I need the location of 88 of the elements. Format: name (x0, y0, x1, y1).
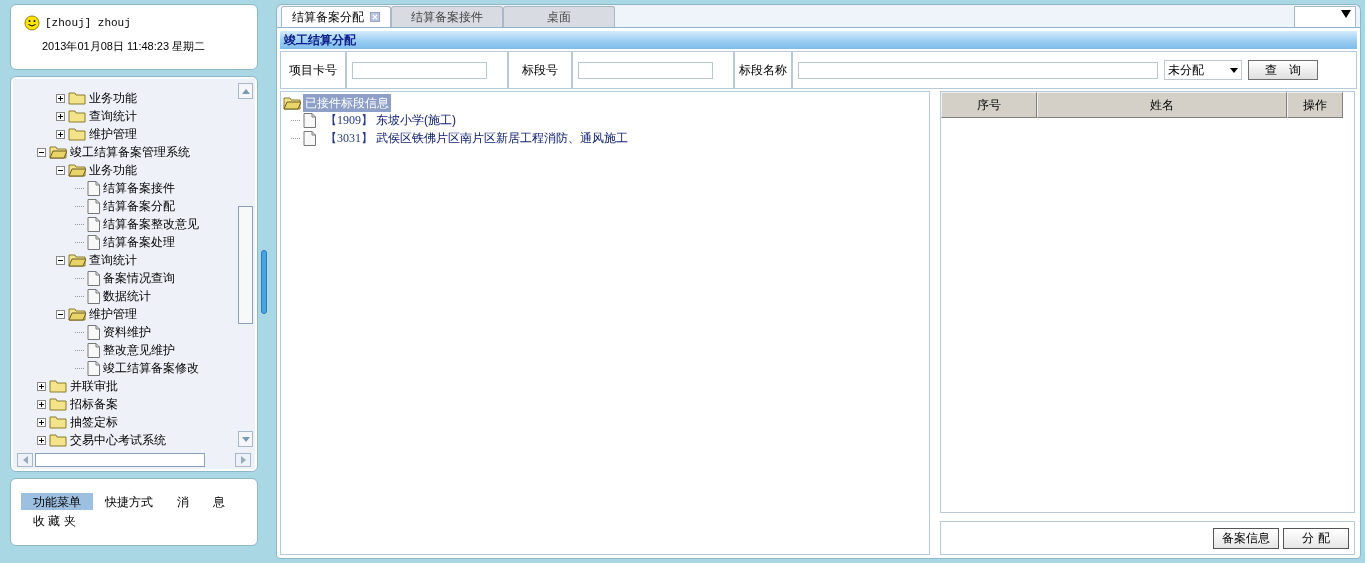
menu-item[interactable]: 招标备案 (70, 395, 118, 413)
column-header: 序号 (941, 92, 1037, 118)
expand-icon[interactable] (37, 417, 46, 427)
smiley-icon (24, 15, 40, 32)
status-select[interactable]: 未分配 (1164, 60, 1242, 80)
down-arrow-icon[interactable] (241, 436, 250, 442)
action-button[interactable]: 分 配 (1283, 527, 1349, 549)
panel-title: 竣工结算分配 (280, 31, 1357, 49)
panel-tab[interactable]: 快捷方式 (93, 493, 165, 510)
menu-item[interactable]: 结算备案处理 (103, 233, 175, 251)
collapse-icon[interactable] (56, 255, 65, 265)
menu-item[interactable]: 业务功能 (89, 161, 137, 179)
user-name: [zhouj] zhouj (45, 16, 131, 31)
menu-item[interactable]: 维护管理 (89, 125, 137, 143)
menu-item[interactable]: 业务功能 (89, 89, 137, 107)
field-label: 项目卡号 (281, 52, 347, 88)
folder-icon (49, 397, 67, 411)
document-icon (303, 130, 316, 146)
menu-item[interactable]: 竣工结算备案修改 (103, 359, 199, 377)
tab[interactable]: 结算备案接件 (391, 6, 503, 27)
folder-icon (49, 415, 67, 429)
expand-icon[interactable] (37, 381, 46, 391)
document-icon (87, 324, 100, 340)
collapse-icon[interactable] (56, 165, 65, 175)
menu-item[interactable]: 整改意见维护 (103, 341, 175, 359)
document-icon (87, 198, 100, 214)
document-icon (87, 180, 100, 196)
menu-item[interactable]: 查询统计 (89, 107, 137, 125)
open-folder-icon (68, 253, 86, 267)
collapse-icon[interactable] (56, 309, 65, 319)
field-label: 标段名称 (733, 52, 793, 88)
document-icon (87, 216, 100, 232)
folder-icon (68, 91, 86, 105)
column-header: 操作 (1287, 92, 1343, 118)
menu-item[interactable]: 结算备案整改意见 (103, 215, 199, 233)
expand-icon[interactable] (56, 111, 65, 121)
document-icon (87, 342, 100, 358)
caret-icon (1230, 67, 1238, 73)
text-field[interactable] (352, 61, 487, 79)
menu-item[interactable]: 数据统计 (103, 287, 151, 305)
date-time: 2013年01月08日 11:48:23 星期二 (41, 38, 207, 54)
tree-item[interactable]: 东坡小学(施工) (376, 111, 456, 129)
folder-icon (49, 379, 67, 393)
tree-item-code: 【1909】 (325, 112, 373, 129)
folder-icon (68, 127, 86, 141)
field-label: 标段号 (507, 52, 573, 88)
menu-item[interactable]: 维护管理 (89, 305, 137, 323)
tab[interactable]: 结算备案分配 (281, 6, 391, 27)
dropdown-icon[interactable] (1341, 10, 1351, 18)
tab-menu-button[interactable] (1294, 6, 1356, 27)
folder-icon (68, 109, 86, 123)
query-button[interactable]: 查 询 (1248, 60, 1318, 80)
open-folder-icon (68, 307, 86, 321)
open-folder-icon (49, 145, 67, 159)
expand-icon[interactable] (37, 399, 46, 409)
menu-item[interactable]: 交易中心考试系统 (70, 431, 166, 449)
expand-icon[interactable] (37, 435, 46, 445)
tree-item[interactable]: 武侯区铁佛片区南片区新居工程消防、通风施工 (376, 129, 628, 147)
panel-tab[interactable]: 消 息 (165, 493, 237, 510)
menu-item[interactable]: 备案情况查询 (103, 269, 175, 287)
column-header: 姓名 (1037, 92, 1287, 118)
text-field[interactable] (578, 61, 713, 79)
collapse-icon[interactable] (37, 147, 46, 157)
document-icon (87, 360, 100, 376)
menu-item[interactable]: 结算备案分配 (103, 197, 175, 215)
document-icon (87, 234, 100, 250)
menu-item[interactable]: 并联审批 (70, 377, 118, 395)
menu-item[interactable]: 抽签定标 (70, 413, 118, 431)
menu-item[interactable]: 资料维护 (103, 323, 151, 341)
document-icon (303, 112, 316, 128)
menu-item[interactable]: 结算备案接件 (103, 179, 175, 197)
document-icon (87, 288, 100, 304)
menu-item[interactable]: 竣工结算备案管理系统 (70, 143, 190, 161)
panel-tab[interactable]: 收 藏 夹 (21, 512, 88, 529)
text-field[interactable] (798, 61, 1158, 79)
tree-item-code: 【3031】 (325, 130, 373, 147)
expand-icon[interactable] (56, 129, 65, 139)
open-folder-icon (68, 163, 86, 177)
folder-icon (49, 433, 67, 447)
panel-tab[interactable]: 功能菜单 (21, 493, 93, 510)
action-button[interactable]: 备案信息 (1213, 527, 1279, 549)
up-arrow-icon[interactable] (241, 88, 250, 94)
expand-icon[interactable] (56, 93, 65, 103)
open-folder-icon (283, 95, 301, 110)
tab[interactable]: 桌面 (503, 6, 615, 27)
menu-item[interactable]: 查询统计 (89, 251, 137, 269)
document-icon (87, 270, 100, 286)
splitter-handle[interactable] (261, 249, 267, 314)
